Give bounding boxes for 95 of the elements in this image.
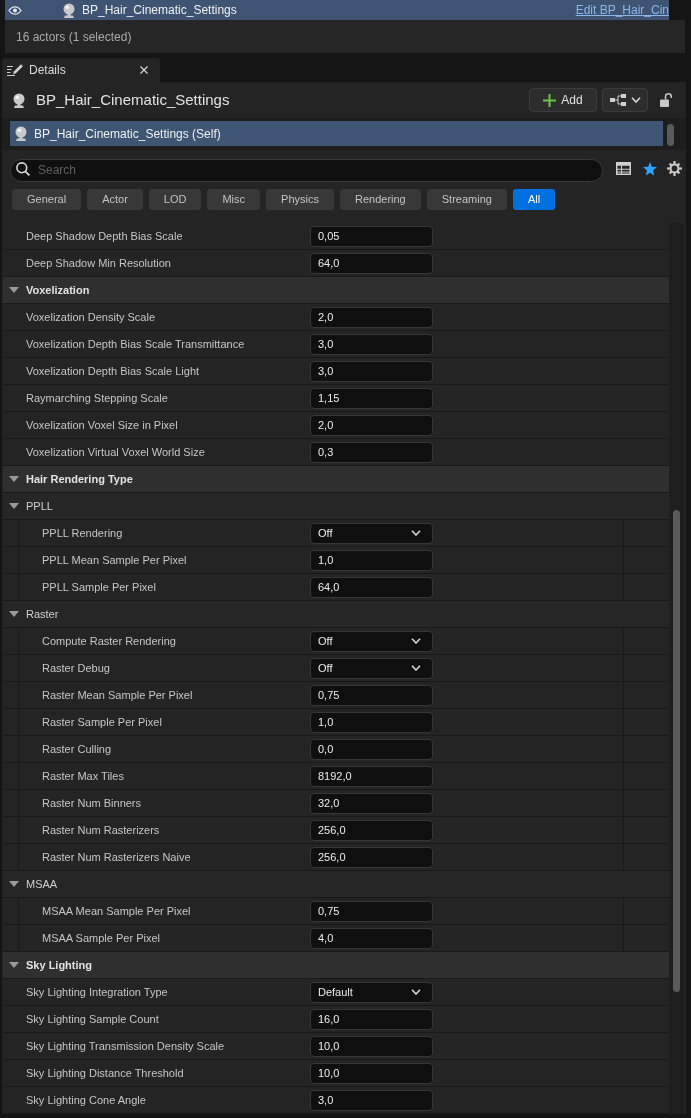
- chevron-icon: [411, 665, 421, 671]
- number-field[interactable]: 1,0: [310, 549, 433, 571]
- number-field[interactable]: 3,0: [310, 1089, 433, 1111]
- actor-name: BP_Hair_Cinematic_Settings: [82, 2, 237, 19]
- actor-count: 16 actors (1 selected): [16, 28, 132, 46]
- scrollbar-thumb[interactable]: [667, 124, 674, 146]
- property-label: Raster Sample Per Pixel: [42, 714, 162, 730]
- filter-tab[interactable]: All: [512, 189, 556, 210]
- property-label: Deep Shadow Depth Bias Scale: [26, 228, 183, 244]
- number-field[interactable]: 10,0: [310, 1062, 433, 1084]
- number-field[interactable]: 16,0: [310, 1008, 433, 1030]
- chevron-icon: [411, 989, 421, 995]
- dropdown[interactable]: Off: [310, 630, 433, 652]
- property-label: Raster Max Tiles: [42, 768, 124, 784]
- property-label: Sky Lighting Integration Type: [26, 984, 168, 1000]
- dropdown[interactable]: Off: [310, 522, 433, 544]
- number-field[interactable]: 4,0: [310, 927, 433, 949]
- property-label: Raster Culling: [42, 741, 112, 757]
- property-label: Sky Lighting Cone Angle: [26, 1092, 146, 1108]
- filter-tab[interactable]: Physics: [266, 189, 334, 210]
- chevron-icon: [411, 638, 421, 644]
- property-label: PPLL Sample Per Pixel: [42, 579, 156, 595]
- property-label: PPLL Mean Sample Per Pixel: [42, 552, 187, 568]
- property-label: Voxelization Density Scale: [26, 309, 155, 325]
- category-header[interactable]: Sky Lighting: [3, 952, 669, 979]
- property-label: Raster Mean Sample Per Pixel: [42, 687, 193, 703]
- number-field[interactable]: 256,0: [310, 819, 433, 841]
- number-field[interactable]: 3,0: [310, 333, 433, 355]
- number-field[interactable]: 32,0: [310, 792, 433, 814]
- chevron-icon: [630, 97, 641, 103]
- panel-title: BP_Hair_Cinematic_Settings: [36, 89, 230, 110]
- number-field[interactable]: 1,15: [310, 387, 433, 409]
- property-label: Voxelization Depth Bias Scale Light: [26, 363, 200, 379]
- property-label: Voxelization Virtual Voxel World Size: [26, 444, 205, 460]
- number-field[interactable]: 2,0: [310, 414, 433, 436]
- number-field[interactable]: 0,75: [310, 684, 433, 706]
- pencil-icon: [7, 63, 23, 77]
- property-label: Sky Lighting Transmission Density Scale: [26, 1038, 225, 1054]
- dropdown[interactable]: Default: [310, 981, 433, 1003]
- property-label: Sky Lighting Sample Count: [26, 1011, 159, 1027]
- hierarchy-icon: [609, 94, 626, 106]
- search-icon: [16, 162, 30, 176]
- sphere-icon: [14, 126, 28, 141]
- property-label: MSAA Sample Per Pixel: [42, 930, 160, 946]
- number-field[interactable]: 2,0: [310, 306, 433, 328]
- property-label: Raster Num Binners: [42, 795, 142, 811]
- property-label: Raymarching Stepping Scale: [26, 390, 168, 406]
- table-icon[interactable]: [616, 162, 631, 175]
- number-field[interactable]: 8192,0: [310, 765, 433, 787]
- property-label: PPLL Rendering: [42, 525, 123, 541]
- number-field[interactable]: 0,0: [310, 738, 433, 760]
- sphere-icon: [12, 92, 26, 108]
- filter-tab[interactable]: Misc: [207, 189, 261, 210]
- star-icon[interactable]: [643, 161, 657, 176]
- property-label: MSAA Mean Sample Per Pixel: [42, 903, 191, 919]
- hierarchy-button[interactable]: [602, 88, 648, 112]
- property-label: Sky Lighting Distance Threshold: [26, 1065, 184, 1081]
- chevron-icon: [411, 530, 421, 536]
- property-label: Voxelization Voxel Size in Pixel: [26, 417, 178, 433]
- number-field[interactable]: 64,0: [310, 576, 433, 598]
- number-field[interactable]: 64,0: [310, 252, 433, 274]
- filter-tab[interactable]: Actor: [87, 189, 143, 210]
- sphere-icon: [62, 2, 76, 18]
- dropdown[interactable]: Off: [310, 657, 433, 679]
- filter-tab[interactable]: LOD: [148, 189, 202, 210]
- padlock-icon[interactable]: [660, 93, 673, 107]
- filter-tab[interactable]: Streaming: [426, 189, 507, 210]
- plus-icon: [543, 93, 557, 107]
- property-label: Compute Raster Rendering: [42, 633, 176, 649]
- settings-icon[interactable]: [667, 161, 682, 176]
- property-label: Raster Num Rasterizers Naive: [42, 849, 191, 865]
- details-tab[interactable]: Details: [2, 58, 160, 82]
- number-field[interactable]: 0,3: [310, 441, 433, 463]
- number-field[interactable]: 0,05: [310, 225, 433, 247]
- number-field[interactable]: 0,75: [310, 900, 433, 922]
- filter-tab[interactable]: Rendering: [339, 189, 421, 210]
- scrollbar-thumb[interactable]: [673, 510, 680, 992]
- category-header[interactable]: Voxelization: [3, 277, 669, 304]
- close-icon[interactable]: [140, 66, 148, 74]
- filter-tab[interactable]: General: [12, 189, 82, 210]
- number-field[interactable]: 1,0: [310, 711, 433, 733]
- property-label: Deep Shadow Min Resolution: [26, 255, 171, 271]
- search-field[interactable]: Search: [10, 158, 603, 182]
- number-field[interactable]: 3,0: [310, 360, 433, 382]
- category-header[interactable]: Hair Rendering Type: [3, 466, 669, 493]
- property-label: Raster Debug: [42, 660, 110, 676]
- component-row[interactable]: BP_Hair_Cinematic_Settings (Self): [10, 121, 663, 146]
- number-field[interactable]: 10,0: [310, 1035, 433, 1057]
- number-field[interactable]: 256,0: [310, 846, 433, 868]
- add-button[interactable]: Add: [529, 88, 597, 112]
- edit-link[interactable]: Edit BP_Hair_Cin: [575, 1, 669, 19]
- outliner-row[interactable]: BP_Hair_Cinematic_Settings Edit BP_Hair_Cin: [5, 0, 669, 20]
- property-label: Raster Num Rasterizers: [42, 822, 160, 838]
- eye-icon[interactable]: [8, 5, 22, 15]
- property-label: Voxelization Depth Bias Scale Transmittance: [26, 336, 245, 352]
